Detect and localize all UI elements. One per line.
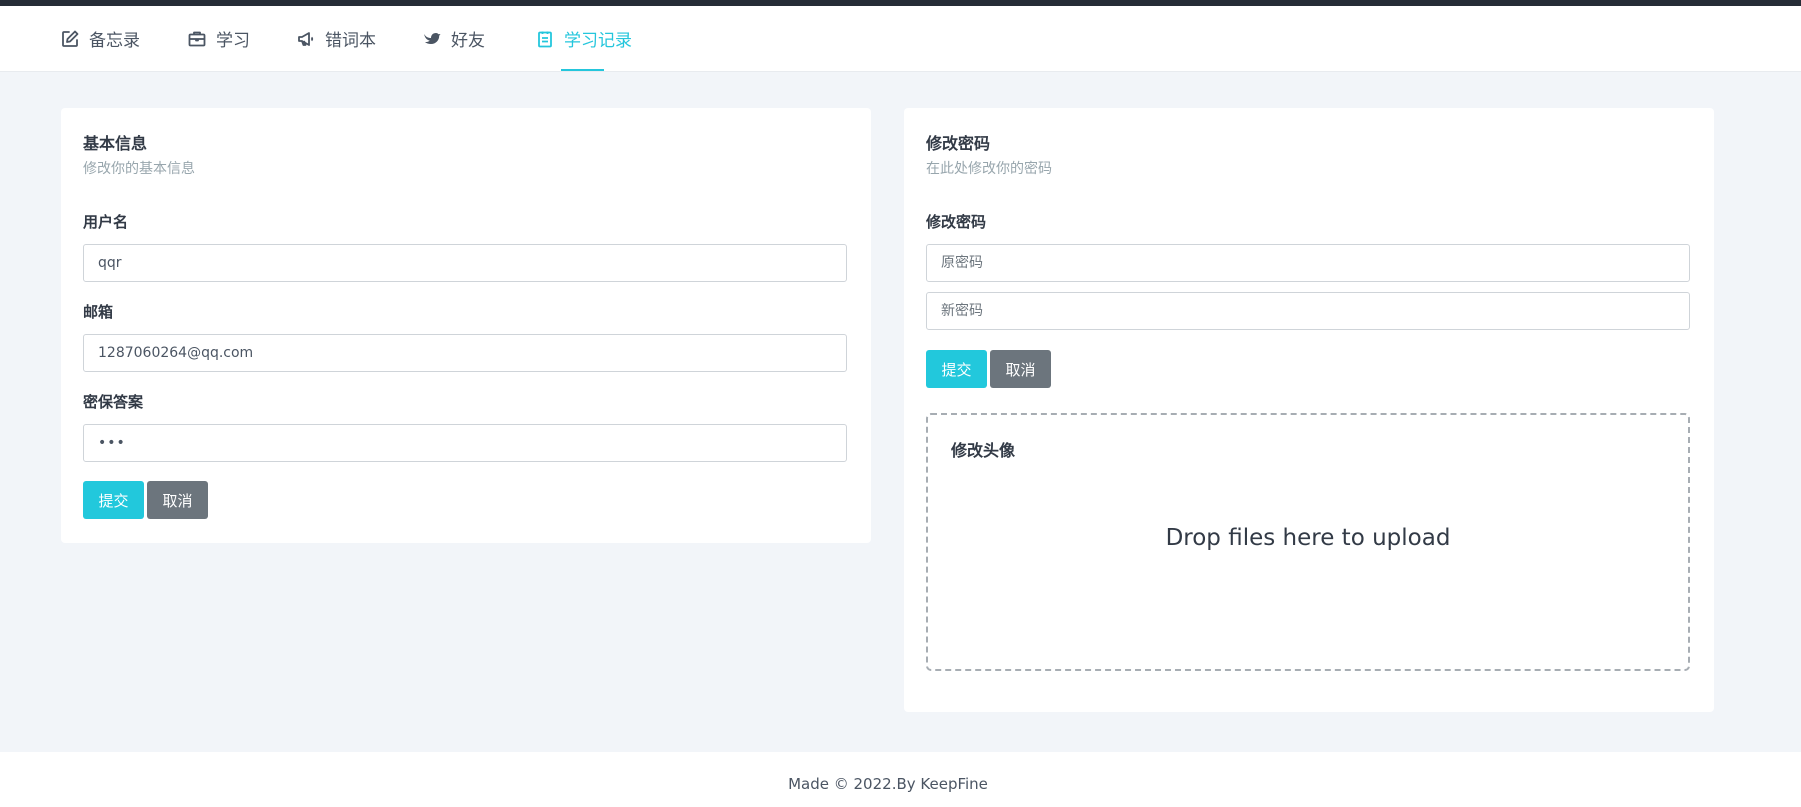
email-input[interactable] — [83, 334, 847, 372]
nav-item-label: 学习 — [216, 31, 250, 51]
briefcase-icon — [187, 29, 207, 49]
megaphone-icon — [296, 29, 316, 49]
username-label: 用户名 — [83, 213, 129, 231]
nav-item-label: 备忘录 — [89, 31, 140, 51]
nav-item-label: 错词本 — [325, 31, 376, 51]
security-answer-label: 密保答案 — [83, 393, 144, 411]
bird-icon — [422, 29, 442, 49]
avatar-title: 修改头像 — [951, 441, 1016, 460]
card-subtitle: 修改你的基本信息 — [83, 161, 195, 177]
basic-info-card: 基本信息 修改你的基本信息 用户名 邮箱 密保答案 提交 取消 — [61, 108, 871, 543]
username-input[interactable] — [83, 244, 847, 282]
top-navbar: 备忘录 学习 错词本 好友 学习记录 — [0, 6, 1801, 72]
card-title: 基本信息 — [83, 134, 148, 153]
footer: Made © 2022.By KeepFine — [0, 752, 1801, 807]
nav-item-study[interactable]: 学习 — [187, 6, 250, 71]
card-title: 修改密码 — [926, 134, 991, 153]
footer-text: Made © 2022.By KeepFine — [788, 775, 988, 793]
nav-item-study-records[interactable]: 学习记录 — [535, 6, 632, 71]
nav-item-label: 好友 — [451, 31, 485, 51]
email-label: 邮箱 — [83, 303, 114, 321]
new-password-input[interactable] — [926, 292, 1690, 330]
password-cancel-button[interactable]: 取消 — [990, 350, 1051, 388]
dropzone-message: Drop files here to upload — [1165, 525, 1451, 551]
nav-item-friends[interactable]: 好友 — [422, 6, 485, 71]
active-tab-indicator — [561, 69, 604, 71]
card-subtitle: 在此处修改你的密码 — [926, 161, 1052, 177]
avatar-dropzone[interactable]: 修改头像 Drop files here to upload — [926, 413, 1690, 671]
nav-item-label: 学习记录 — [564, 31, 632, 51]
old-password-input[interactable] — [926, 244, 1690, 282]
password-card: 修改密码 在此处修改你的密码 修改密码 提交 取消 修改头像 Drop file… — [904, 108, 1714, 712]
security-answer-input[interactable] — [83, 424, 847, 462]
basic-submit-button[interactable]: 提交 — [83, 481, 144, 519]
nav-item-wrong-words[interactable]: 错词本 — [296, 6, 376, 71]
clipboard-icon — [535, 29, 555, 49]
basic-cancel-button[interactable]: 取消 — [147, 481, 208, 519]
change-password-label: 修改密码 — [926, 213, 987, 231]
nav-item-memo[interactable]: 备忘录 — [60, 6, 140, 71]
password-submit-button[interactable]: 提交 — [926, 350, 987, 388]
edit-icon — [60, 29, 80, 49]
